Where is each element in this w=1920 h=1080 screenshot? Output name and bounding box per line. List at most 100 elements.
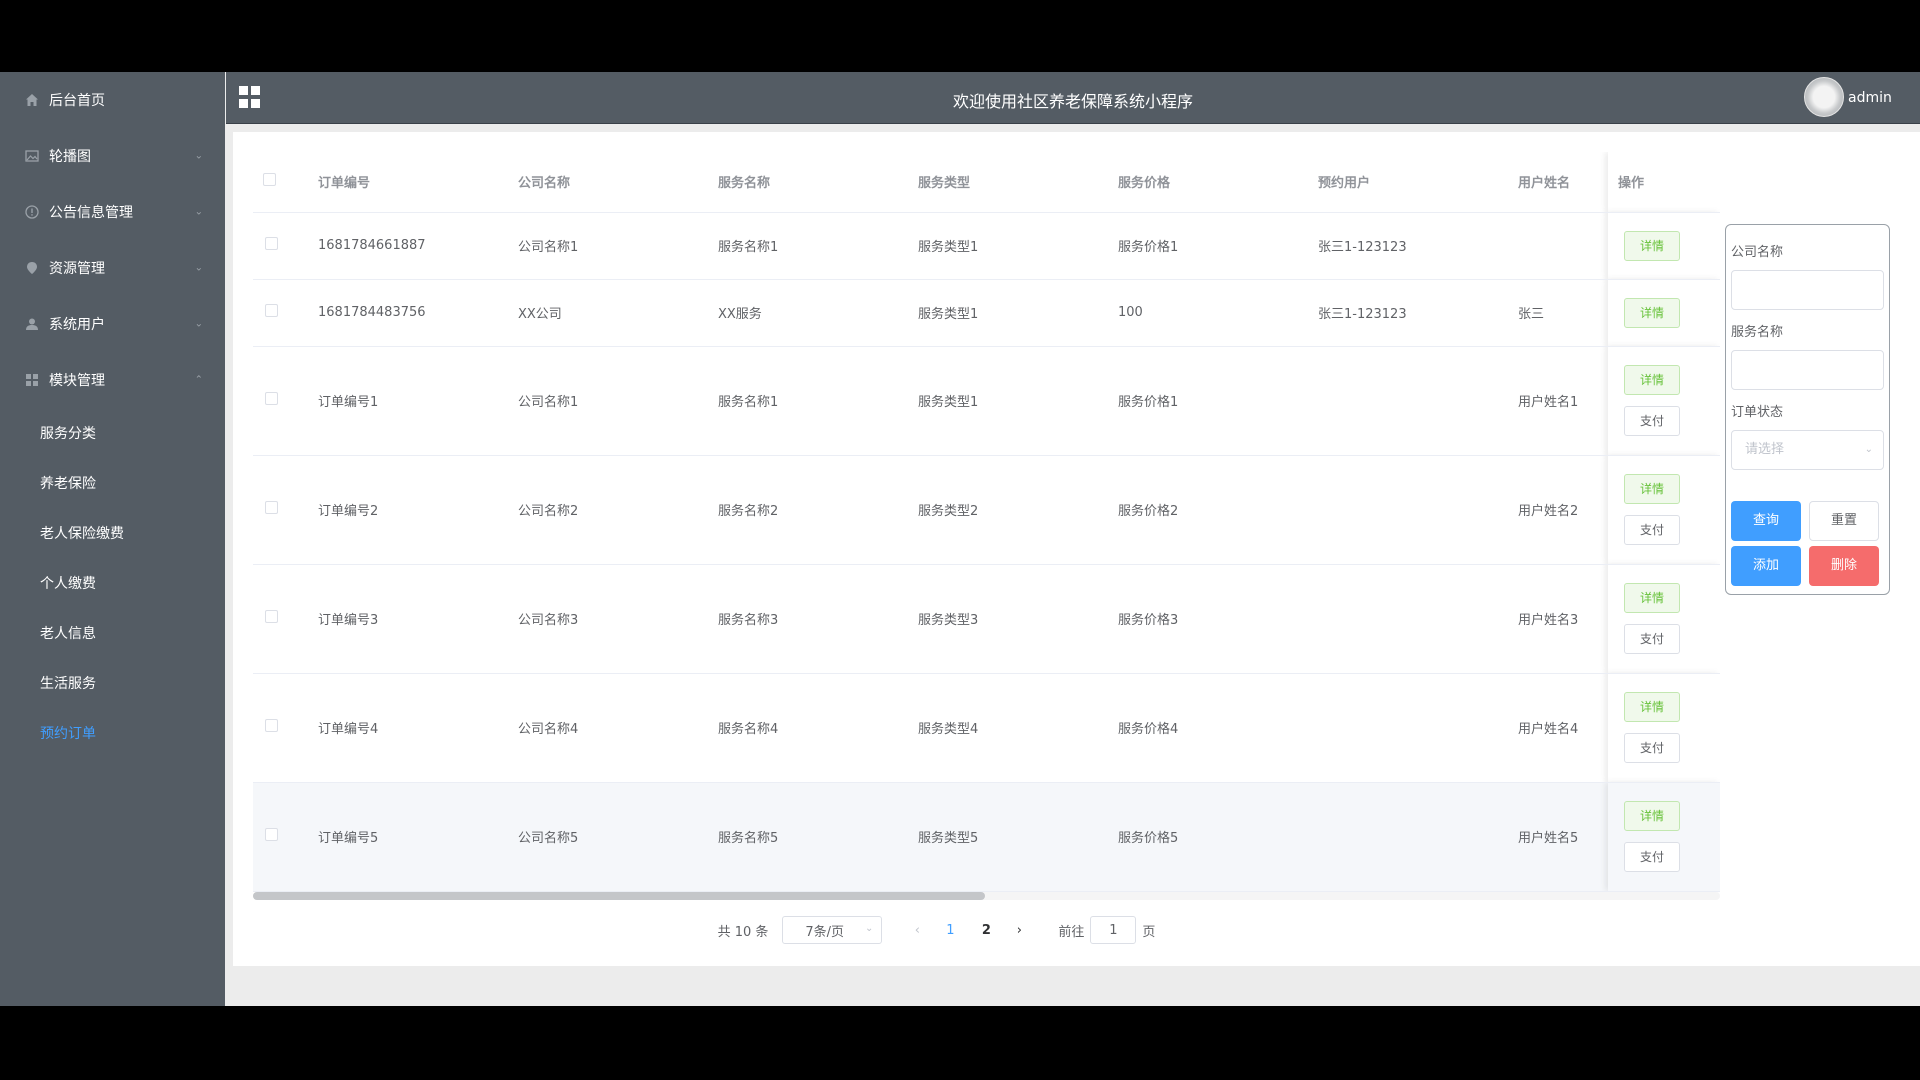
pay-button[interactable]: 支付: [1624, 624, 1680, 654]
sidebar-subitem-life-service[interactable]: 生活服务: [0, 658, 225, 708]
detail-button[interactable]: 详情: [1624, 365, 1680, 395]
goto-page-input[interactable]: 1: [1090, 916, 1137, 944]
table-cell: 张三: [1518, 279, 1608, 347]
info-icon: [24, 204, 40, 220]
chevron-down-icon: ⌄: [194, 262, 203, 274]
page-title: 欢迎使用社区养老保障系统小程序: [952, 92, 1193, 111]
add-button[interactable]: 添加: [1731, 546, 1801, 586]
row-checkbox[interactable]: [265, 304, 278, 317]
page-size-select[interactable]: 7条/页 ⌄: [782, 916, 883, 944]
table-cell: 服务名称4: [718, 673, 918, 783]
table-cell: XX服务: [718, 279, 918, 347]
column-header: 服务名称: [718, 152, 918, 213]
top-header: 欢迎使用社区养老保障系统小程序 admin: [226, 72, 1920, 124]
detail-button[interactable]: 详情: [1624, 474, 1680, 504]
detail-button[interactable]: 详情: [1624, 583, 1680, 613]
row-checkbox[interactable]: [265, 610, 278, 623]
table-cell: 服务类型1: [918, 346, 1118, 456]
table-cell: 服务类型1: [918, 212, 1118, 280]
sidebar-subitem-pension-insurance[interactable]: 养老保险: [0, 458, 225, 508]
table-row: 订单编号4 公司名称4 服务名称4 服务类型4 服务价格4 用户姓名4 详情 支付: [253, 673, 1720, 783]
table-cell: 1681784483756: [318, 279, 518, 347]
next-page-icon[interactable]: ›: [1004, 923, 1034, 938]
table-cell: [1318, 346, 1518, 456]
chevron-down-icon: ⌄: [194, 318, 203, 330]
chevron-down-icon: ⌄: [194, 150, 203, 162]
column-header: 预约用户: [1318, 152, 1518, 213]
sidebar-subitem-service-category[interactable]: 服务分类: [0, 408, 225, 458]
service-name-input[interactable]: [1731, 350, 1884, 390]
table-cell: 服务类型4: [918, 673, 1118, 783]
table-cell: 张三1-123123: [1318, 212, 1518, 280]
avatar[interactable]: [1804, 77, 1844, 117]
table-cell: 公司名称3: [518, 564, 718, 674]
company-name-input[interactable]: [1731, 270, 1884, 310]
horizontal-scrollbar[interactable]: [253, 892, 1720, 900]
delete-button[interactable]: 删除: [1809, 546, 1879, 586]
pay-button[interactable]: 支付: [1624, 515, 1680, 545]
select-all-checkbox[interactable]: [263, 173, 276, 187]
table-header-row: 订单编号 公司名称 服务名称 服务类型 服务价格 预约用户 用户姓名 操作: [253, 152, 1720, 213]
order-status-select[interactable]: 请选择 ⌄: [1731, 430, 1884, 470]
detail-button[interactable]: 详情: [1624, 692, 1680, 722]
query-button[interactable]: 查询: [1731, 501, 1801, 541]
table-cell: 公司名称5: [518, 782, 718, 892]
table-cell: 公司名称4: [518, 673, 718, 783]
pagination: 共 10 条 7条/页 ⌄ ‹ 1 2 › 前往 1 页: [233, 916, 1920, 944]
column-header: 服务类型: [918, 152, 1118, 213]
pay-button[interactable]: 支付: [1624, 733, 1680, 763]
sidebar-item-home[interactable]: 后台首页: [0, 72, 225, 128]
sidebar-item-users[interactable]: 系统用户 ⌄: [0, 296, 225, 352]
detail-button[interactable]: 详情: [1624, 230, 1680, 261]
goto-label: 前往: [1058, 924, 1085, 940]
table-cell: 订单编号1: [318, 346, 518, 456]
table-cell: 服务名称1: [718, 346, 918, 456]
table-cell: 用户姓名5: [1518, 782, 1608, 892]
table-cell: 服务价格5: [1118, 782, 1318, 892]
table-cell: 服务价格1: [1118, 212, 1318, 280]
table-cell: 张三1-123123: [1318, 279, 1518, 347]
column-header: 操作: [1608, 152, 1720, 213]
table-cell: 100: [1118, 279, 1318, 347]
sidebar-item-resource[interactable]: 资源管理 ⌄: [0, 240, 225, 296]
image-icon: [24, 148, 40, 164]
table-cell: 服务名称2: [718, 455, 918, 565]
table-row: 订单编号2 公司名称2 服务名称2 服务类型2 服务价格2 用户姓名2 详情 支付: [253, 455, 1720, 565]
column-header: 订单编号: [318, 152, 518, 213]
reset-button[interactable]: 重置: [1809, 501, 1879, 541]
row-checkbox[interactable]: [265, 719, 278, 732]
sidebar-item-carousel[interactable]: 轮播图 ⌄: [0, 128, 225, 184]
username[interactable]: admin: [1848, 90, 1892, 106]
main-content: 订单编号 公司名称 服务名称 服务类型 服务价格 预约用户 用户姓名 操作 16…: [233, 132, 1920, 966]
sidebar-item-notice[interactable]: 公告信息管理 ⌄: [0, 184, 225, 240]
sidebar-item-modules[interactable]: 模块管理 ⌃: [0, 352, 225, 408]
pay-button[interactable]: 支付: [1624, 842, 1680, 872]
page-number[interactable]: 1: [932, 923, 968, 938]
row-checkbox[interactable]: [265, 237, 278, 250]
table-row: 1681784483756 XX公司 XX服务 服务类型1 100 张三1-12…: [253, 279, 1720, 347]
table-cell: 订单编号2: [318, 455, 518, 565]
table-cell: 用户姓名1: [1518, 346, 1608, 456]
table-cell: 公司名称1: [518, 212, 718, 280]
table-row: 1681784661887 公司名称1 服务名称1 服务类型1 服务价格1 张三…: [253, 212, 1720, 280]
pay-button[interactable]: 支付: [1624, 406, 1680, 436]
page-number[interactable]: 2: [968, 923, 1004, 938]
detail-button[interactable]: 详情: [1624, 297, 1680, 328]
sidebar-subitem-elder-insurance-payment[interactable]: 老人保险缴费: [0, 508, 225, 558]
scrollbar-thumb[interactable]: [253, 892, 985, 900]
table-cell: 服务类型1: [918, 279, 1118, 347]
row-checkbox[interactable]: [265, 392, 278, 405]
column-header: 服务价格: [1118, 152, 1318, 213]
sidebar-subitem-personal-payment[interactable]: 个人缴费: [0, 558, 225, 608]
table-cell: 服务名称5: [718, 782, 918, 892]
sidebar-subitem-booking-orders[interactable]: 预约订单: [0, 708, 225, 758]
grid-icon: [24, 372, 40, 388]
column-header: 公司名称: [518, 152, 718, 213]
table-cell: 公司名称1: [518, 346, 718, 456]
column-header: 用户姓名: [1518, 152, 1608, 213]
row-checkbox[interactable]: [265, 501, 278, 514]
detail-button[interactable]: 详情: [1624, 801, 1680, 831]
row-checkbox[interactable]: [265, 828, 278, 841]
sidebar-subitem-elder-info[interactable]: 老人信息: [0, 608, 225, 658]
prev-page-icon[interactable]: ‹: [902, 923, 932, 938]
